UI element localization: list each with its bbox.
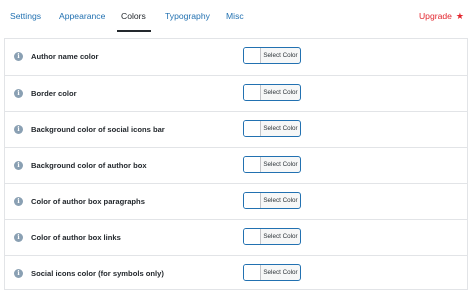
- setting-label: Background color of author box: [31, 161, 147, 170]
- setting-label: Social icons color (for symbols only): [31, 269, 164, 278]
- setting-row-social-icons-color: i Social icons color (for symbols only) …: [5, 255, 467, 291]
- select-color-label: Select Color: [263, 89, 298, 96]
- select-color-label: Select Color: [263, 269, 298, 276]
- info-icon[interactable]: i: [14, 269, 23, 278]
- setting-label: Author name color: [31, 52, 99, 61]
- upgrade-link[interactable]: Upgrade ★: [419, 11, 464, 21]
- tab-settings[interactable]: Settings: [10, 11, 41, 21]
- tab-colors[interactable]: Colors: [121, 11, 146, 21]
- color-swatch: [244, 265, 261, 280]
- tab-misc[interactable]: Misc: [226, 11, 244, 21]
- setting-label: Background color of social icons bar: [31, 125, 165, 134]
- select-color-button[interactable]: Select Color: [243, 120, 301, 137]
- setting-row-social-bar-background: i Background color of social icons bar S…: [5, 111, 467, 147]
- info-icon[interactable]: i: [14, 52, 23, 61]
- select-color-label: Select Color: [263, 52, 298, 59]
- color-swatch: [244, 121, 261, 136]
- setting-row-author-box-background: i Background color of author box Select …: [5, 147, 467, 183]
- select-color-button[interactable]: Select Color: [243, 84, 301, 101]
- select-color-button[interactable]: Select Color: [243, 156, 301, 173]
- select-color-button[interactable]: Select Color: [243, 192, 301, 209]
- star-icon: ★: [455, 10, 464, 21]
- select-color-label: Select Color: [263, 125, 298, 132]
- colors-settings-panel: i Author name color Select Color i Borde…: [4, 38, 468, 290]
- setting-row-link-color: i Color of author box links Select Color: [5, 219, 467, 255]
- tab-typography[interactable]: Typography: [165, 11, 210, 21]
- select-color-label: Select Color: [263, 197, 298, 204]
- select-color-label: Select Color: [263, 233, 298, 240]
- select-color-label: Select Color: [263, 161, 298, 168]
- setting-label: Color of author box links: [31, 233, 121, 242]
- tab-appearance[interactable]: Appearance: [59, 11, 105, 21]
- active-tab-indicator: [117, 30, 151, 32]
- info-icon[interactable]: i: [14, 125, 23, 134]
- color-swatch: [244, 85, 261, 100]
- color-swatch: [244, 229, 261, 244]
- info-icon[interactable]: i: [14, 197, 23, 206]
- tab-bar: Settings Appearance Colors Typography Mi…: [0, 0, 474, 32]
- upgrade-label: Upgrade: [418, 11, 452, 21]
- select-color-button[interactable]: Select Color: [243, 264, 301, 281]
- setting-row-border-color: i Border color Select Color: [5, 75, 467, 111]
- setting-label: Border color: [31, 89, 77, 98]
- setting-label: Color of author box paragraphs: [31, 197, 145, 206]
- setting-row-paragraph-color: i Color of author box paragraphs Select …: [5, 183, 467, 219]
- color-swatch: [244, 48, 261, 63]
- select-color-button[interactable]: Select Color: [243, 47, 301, 64]
- color-swatch: [244, 157, 261, 172]
- setting-row-author-name-color: i Author name color Select Color: [5, 39, 467, 75]
- info-icon[interactable]: i: [14, 89, 23, 98]
- info-icon[interactable]: i: [14, 161, 23, 170]
- color-swatch: [244, 193, 261, 208]
- select-color-button[interactable]: Select Color: [243, 228, 301, 245]
- info-icon[interactable]: i: [14, 233, 23, 242]
